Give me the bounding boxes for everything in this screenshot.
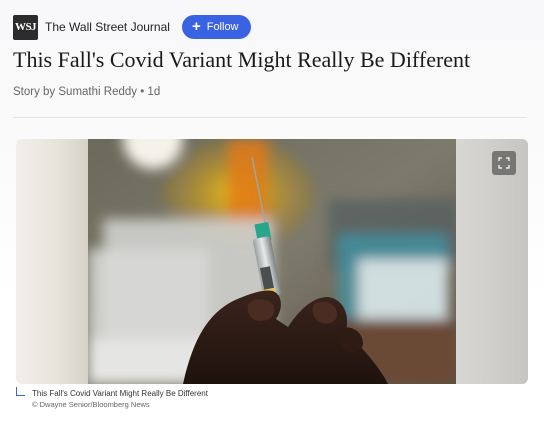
article-title: This Fall's Covid Variant Might Really B… — [13, 47, 471, 72]
article-page: WSJ The Wall Street Journal + Follow Thi… — [0, 0, 544, 422]
caption-marker-icon — [16, 387, 25, 396]
article-image[interactable] — [16, 139, 528, 384]
follow-label: Follow — [206, 21, 239, 33]
follow-button[interactable]: + Follow — [181, 15, 251, 39]
expand-icon — [498, 157, 510, 169]
publisher-name[interactable]: The Wall Street Journal — [45, 20, 170, 34]
expand-image-button[interactable] — [492, 151, 516, 175]
vaccine-photo — [88, 139, 456, 384]
image-credit: © Dwayne Senior/Bloomberg News — [32, 400, 150, 409]
divider — [13, 117, 527, 118]
publisher-logo[interactable]: WSJ — [13, 14, 38, 40]
article-byline: Story by Sumathi Reddy • 1d — [13, 86, 161, 98]
article-header: WSJ The Wall Street Journal + Follow — [13, 14, 251, 40]
image-side-fill — [456, 139, 528, 384]
image-caption: This Fall's Covid Variant Might Really B… — [32, 389, 208, 398]
plus-icon: + — [191, 17, 201, 35]
